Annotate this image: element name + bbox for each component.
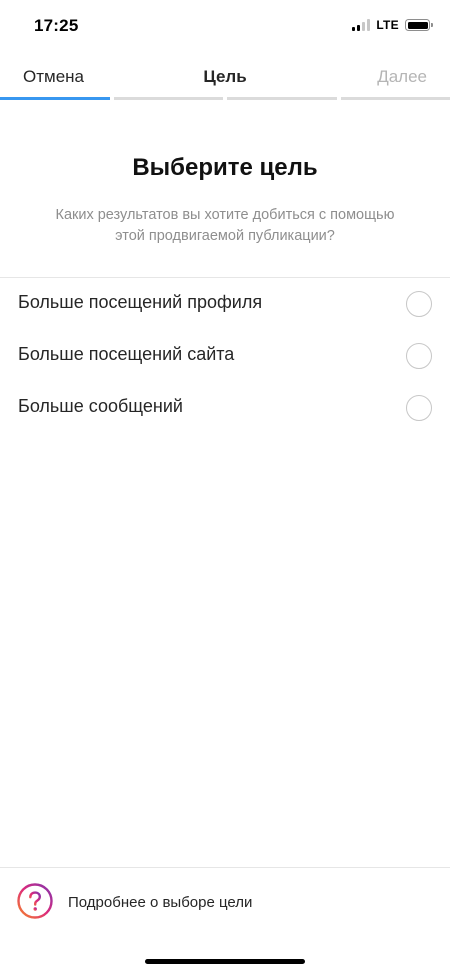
screen: 17:25 LTE Цель Отмена Далее Выберите цел… (0, 0, 450, 974)
progress-step (340, 97, 450, 100)
radio-button[interactable] (406, 343, 432, 369)
goal-options-list: Больше посещений профиля Больше посещени… (0, 278, 450, 434)
learn-more-label: Подробнее о выборе цели (68, 894, 253, 911)
next-button[interactable]: Далее (377, 67, 427, 87)
battery-icon (405, 19, 433, 31)
nav-header: Цель Отмена Далее (0, 50, 450, 100)
network-type: LTE (376, 18, 399, 32)
progress-step (113, 97, 223, 100)
learn-more-goal-link[interactable]: Подробнее о выборе цели (0, 882, 450, 922)
option-label: Больше сообщений (18, 396, 183, 416)
home-indicator[interactable] (145, 959, 305, 964)
progress-step (227, 97, 337, 100)
status-time: 17:25 (34, 16, 79, 35)
signal-icon (352, 19, 371, 31)
footer-divider (0, 867, 450, 868)
status-bar: 17:25 LTE (0, 0, 450, 50)
goal-heading: Выберите цель (132, 154, 318, 181)
goal-option-profile-visits[interactable]: Больше посещений профиля (0, 278, 450, 330)
goal-option-website-visits[interactable]: Больше посещений сайта (0, 330, 450, 382)
question-circle-icon (17, 883, 53, 919)
cancel-button[interactable]: Отмена (23, 67, 84, 87)
step-progress-bar (0, 97, 450, 100)
option-label: Больше посещений сайта (18, 344, 235, 364)
radio-button[interactable] (406, 395, 432, 421)
option-label: Больше посещений профиля (18, 292, 263, 312)
radio-button[interactable] (406, 291, 432, 317)
status-indicators: LTE (352, 18, 433, 32)
goal-option-messages[interactable]: Больше сообщений (0, 382, 450, 434)
goal-subtitle: Каких результатов вы хотите добиться с п… (55, 207, 395, 244)
progress-step (0, 97, 110, 100)
